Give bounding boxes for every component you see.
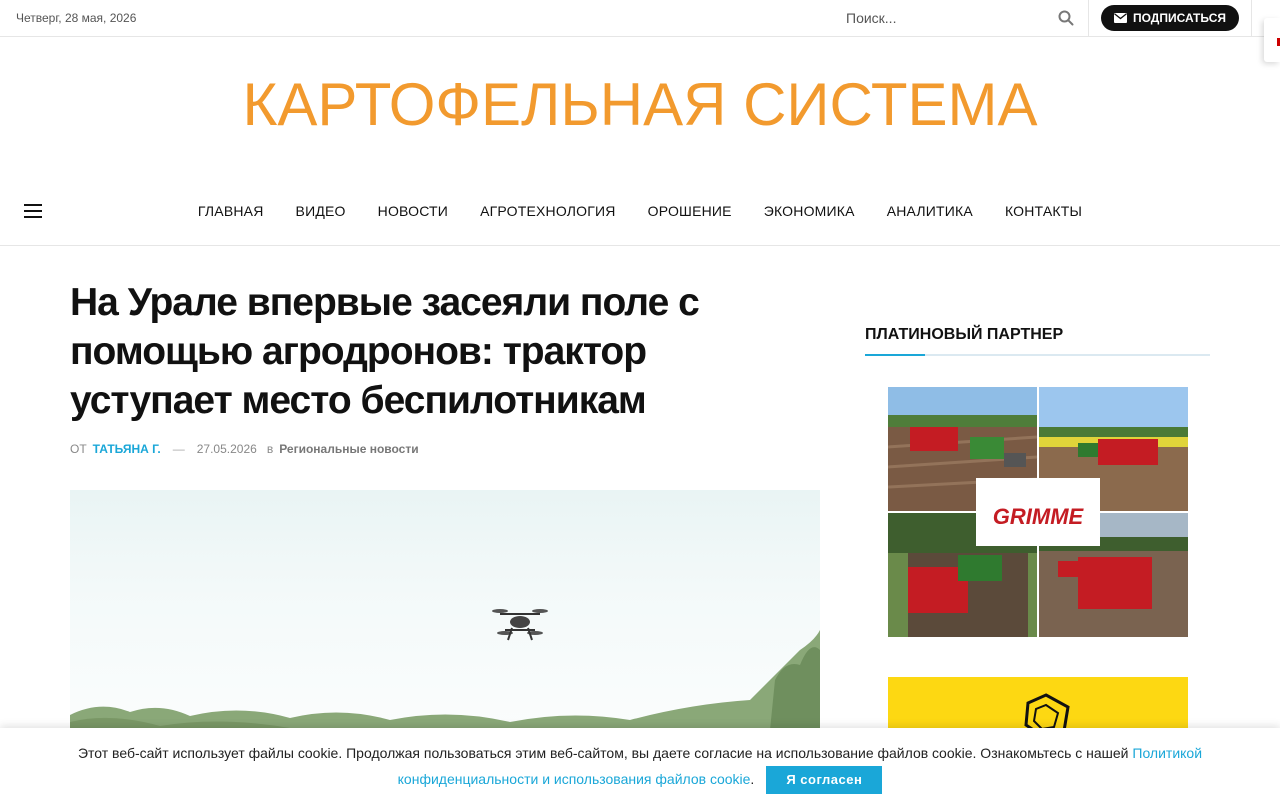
envelope-icon: [1114, 13, 1127, 23]
search-button[interactable]: [1056, 9, 1076, 29]
meta-by: ОТ: [70, 442, 87, 456]
nav-item-contacts[interactable]: КОНТАКТЫ: [1005, 203, 1082, 219]
main-nav: ГЛАВНАЯ ВИДЕО НОВОСТИ АГРОТЕХНОЛОГИЯ ОРО…: [0, 176, 1280, 246]
subscribe-button[interactable]: ПОДПИСАТЬСЯ: [1101, 5, 1239, 31]
nav-item-agrotech[interactable]: АГРОТЕХНОЛОГИЯ: [480, 203, 616, 219]
meta-dash: —: [172, 442, 185, 456]
sidebar-title-underline: [865, 354, 1210, 356]
side-widget-tab[interactable]: [1264, 18, 1280, 62]
category-link[interactable]: Региональные новости: [279, 442, 418, 456]
article-meta: ОТ ТАТЬЯНА Г. — 27.05.2026 в Региональны…: [70, 442, 419, 456]
grimme-banner-image: GRIMME: [887, 387, 1188, 637]
drone-field-illustration: [70, 609, 820, 730]
author-link[interactable]: ТАТЬЯНА Г.: [93, 442, 161, 456]
partner-banner-grimme[interactable]: GRIMME: [887, 387, 1188, 637]
article-date: 27.05.2026: [196, 442, 257, 456]
drone-icon: [492, 609, 548, 641]
current-date: Четверг, 28 мая, 2026: [16, 11, 137, 25]
nav-item-analytics[interactable]: АНАЛИТИКА: [887, 203, 973, 219]
nav-menu: ГЛАВНАЯ ВИДЕО НОВОСТИ АГРОТЕХНОЛОГИЯ ОРО…: [0, 176, 1280, 246]
nav-item-economy[interactable]: ЭКОНОМИКА: [764, 203, 855, 219]
nav-item-news[interactable]: НОВОСТИ: [378, 203, 448, 219]
sidebar-title: ПЛАТИНОВЫЙ ПАРТНЕР: [865, 326, 1064, 343]
divider: [1251, 0, 1252, 36]
cookie-period: .: [750, 771, 755, 787]
meta-in: в: [266, 442, 274, 456]
search-icon: [1058, 10, 1074, 25]
article-title: На Урале впервые засеяли поле с помощью …: [70, 281, 700, 422]
cookie-message: Этот веб-сайт использует файлы cookie. П…: [77, 745, 1133, 761]
nav-item-home[interactable]: ГЛАВНАЯ: [198, 203, 264, 219]
nav-item-irrigation[interactable]: ОРОШЕНИЕ: [648, 203, 732, 219]
search-box: [836, 0, 1089, 36]
top-bar: Четверг, 28 мая, 2026 ПОДПИСАТЬСЯ: [0, 0, 1280, 37]
article-hero-image: [70, 490, 820, 730]
site-logo[interactable]: КАРТОФЕЛЬНАЯ СИСТЕМА: [0, 70, 1280, 139]
nav-item-video[interactable]: ВИДЕО: [296, 203, 346, 219]
search-input[interactable]: [846, 8, 1046, 28]
subscribe-label: ПОДПИСАТЬСЯ: [1133, 11, 1226, 25]
cookie-consent-bar: Этот веб-сайт использует файлы cookie. П…: [0, 728, 1280, 800]
cookie-text-container: Этот веб-сайт использует файлы cookie. П…: [30, 740, 1250, 795]
accept-cookies-button[interactable]: Я согласен: [766, 766, 883, 795]
grimme-logo-text: GRIMME: [993, 504, 1085, 529]
